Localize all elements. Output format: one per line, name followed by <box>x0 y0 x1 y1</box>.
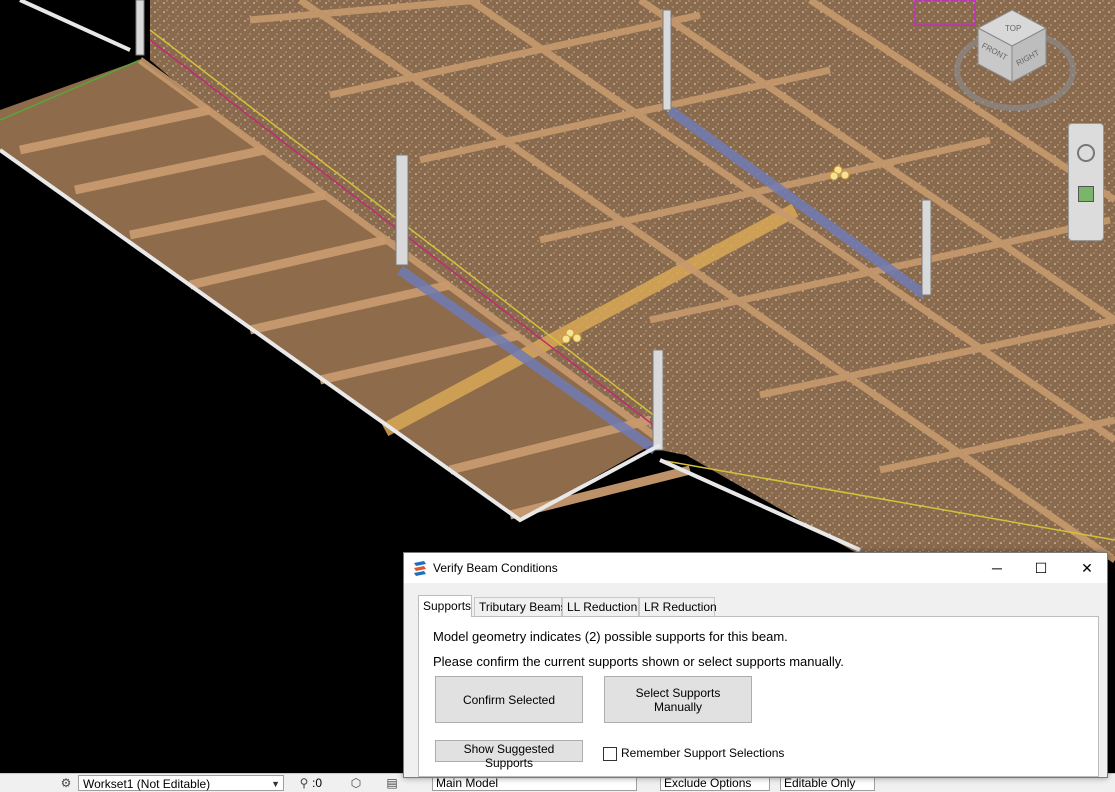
tab-supports[interactable]: Supports <box>418 595 472 617</box>
filter-icon[interactable]: ⚲ <box>296 775 312 791</box>
dialog-title: Verify Beam Conditions <box>433 561 558 575</box>
design-options-icon[interactable]: ⬡ <box>348 775 364 791</box>
workset-value: Workset1 (Not Editable) <box>83 777 211 791</box>
app-logo-icon <box>414 561 426 576</box>
viewcube-top-label: TOP <box>1005 24 1021 33</box>
tab-ll-reduction[interactable]: LL Reduction <box>562 597 639 616</box>
chevron-down-icon: ▼ <box>271 779 280 789</box>
remember-checkbox[interactable] <box>603 746 617 761</box>
steering-wheel-icon[interactable] <box>1077 144 1095 162</box>
tab-lr-reduction[interactable]: LR Reduction <box>639 597 717 616</box>
supports-tab-panel: Model geometry indicates (2) possible su… <box>418 616 1099 777</box>
tab-tributary-beams[interactable]: Tributary Beams <box>474 597 567 616</box>
editing-requests-icon[interactable]: ▤ <box>384 775 400 791</box>
workset-dropdown[interactable]: Workset1 (Not Editable) ▼ <box>78 775 284 791</box>
select-supports-manually-button[interactable]: Select Supports Manually <box>604 676 752 723</box>
minimize-button[interactable]: ─ <box>974 553 1020 583</box>
selection-count: :0 <box>312 776 323 790</box>
maximize-button[interactable]: ☐ <box>1018 553 1064 583</box>
close-button[interactable]: ✕ <box>1064 553 1110 583</box>
confirm-instruction: Please confirm the current supports show… <box>433 654 844 669</box>
remember-label: Remember Support Selections <box>621 746 785 760</box>
verify-beam-conditions-dialog: Verify Beam Conditions ─ ☐ ✕ Supports Tr… <box>403 552 1108 778</box>
zoom-icon[interactable] <box>1078 186 1094 202</box>
dialog-titlebar[interactable]: Verify Beam Conditions ─ ☐ ✕ <box>404 553 1107 583</box>
editable-only-label: Editable Only <box>784 776 856 790</box>
confirm-selected-button[interactable]: Confirm Selected <box>435 676 583 723</box>
design-option-value: Main Model <box>436 776 499 790</box>
exclude-options-label: Exclude Options <box>664 776 752 790</box>
geometry-message: Model geometry indicates (2) possible su… <box>433 629 788 644</box>
remember-support-selections[interactable]: Remember Support Selections <box>603 745 784 761</box>
show-suggested-supports-button[interactable]: Show Suggested Supports <box>435 740 583 770</box>
workset-icon[interactable]: ⚙ <box>58 775 74 791</box>
navigation-bar[interactable] <box>1068 123 1104 241</box>
